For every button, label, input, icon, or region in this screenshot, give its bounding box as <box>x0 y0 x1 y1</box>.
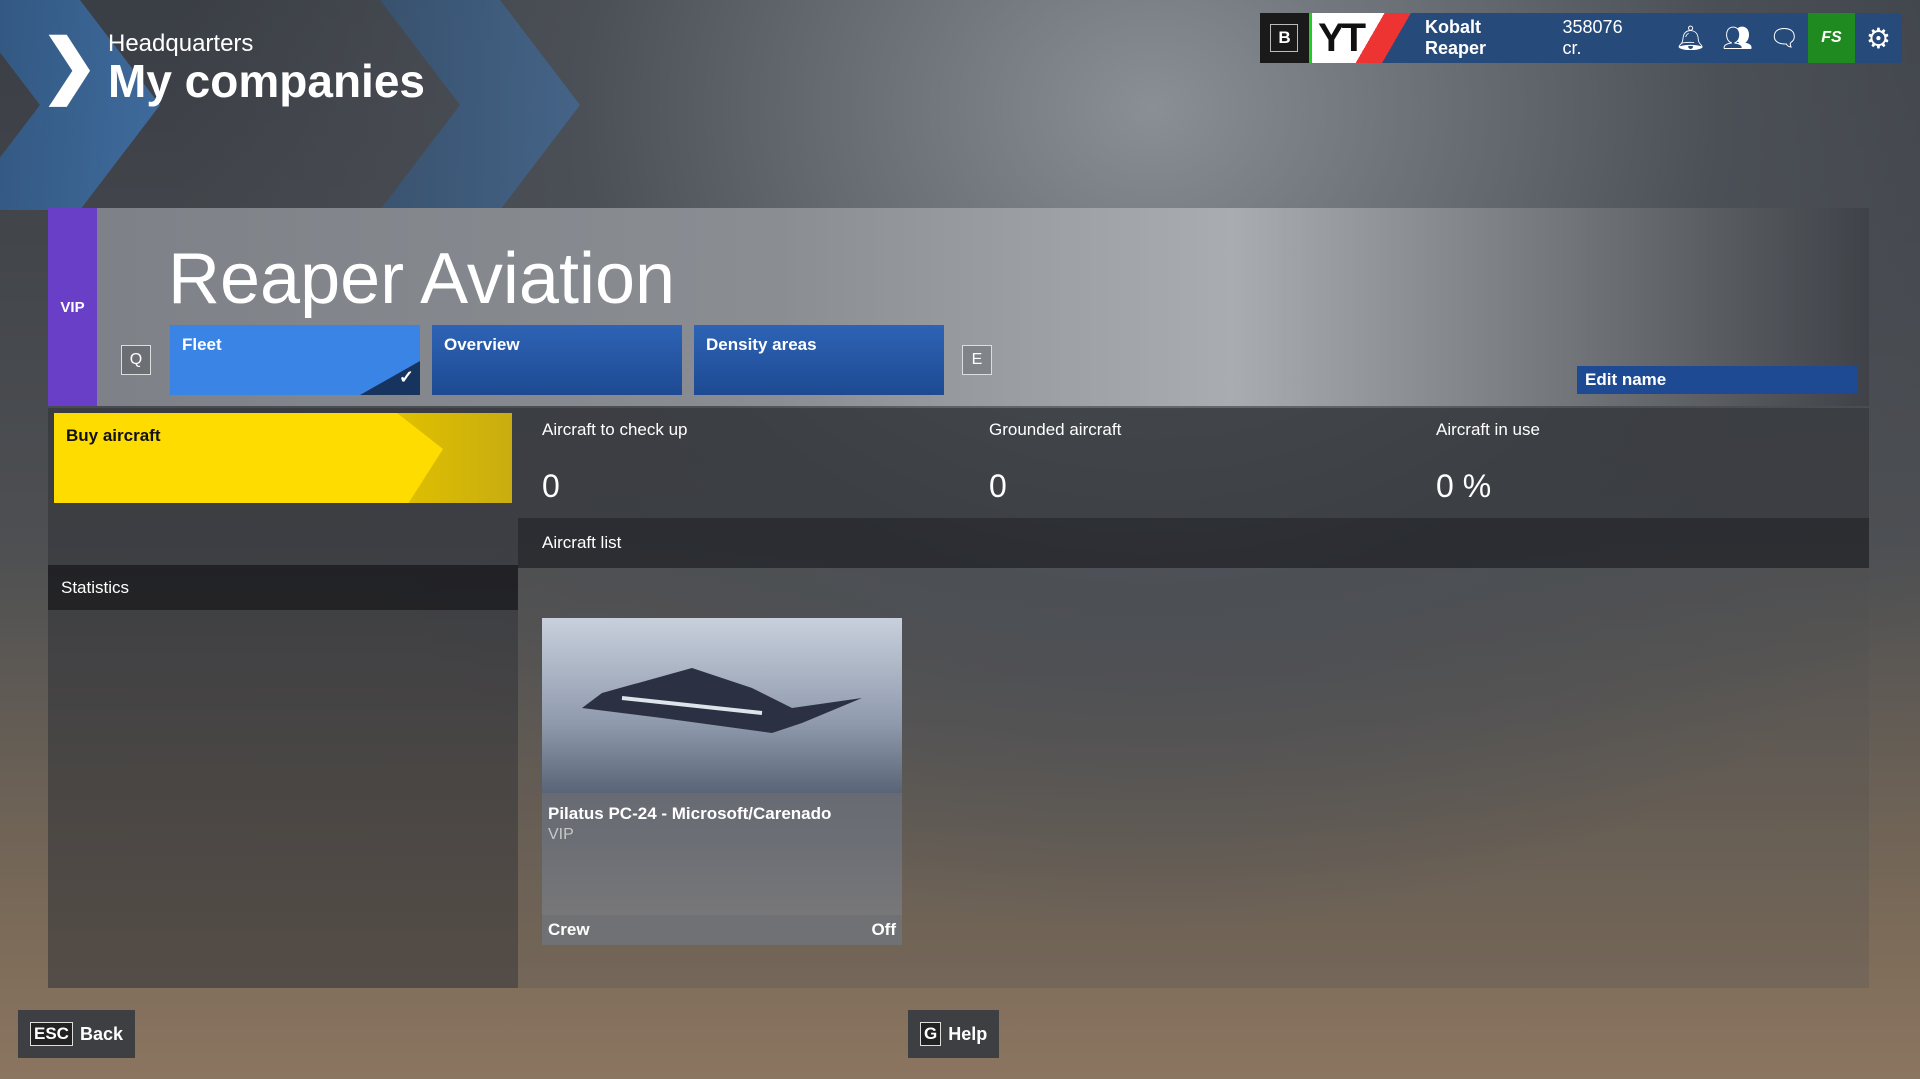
buy-aircraft-button[interactable]: Buy aircraft <box>54 413 512 503</box>
credits: 358076 cr. <box>1562 17 1623 58</box>
vip-badge: VIP <box>48 208 97 406</box>
stats-row: Aircraft to check up 0 Grounded aircraft 0… <box>518 408 1869 518</box>
page-title: My companies <box>108 55 425 107</box>
chevron-right-icon: ❯ <box>40 26 99 104</box>
tab-overview[interactable]: Overview <box>432 325 682 395</box>
check-icon: ✓ <box>360 361 420 395</box>
key-hint: B <box>1260 13 1309 63</box>
back-button[interactable]: ESC Back <box>18 1010 135 1058</box>
next-tab-key[interactable]: E <box>962 345 992 375</box>
airplane-icon <box>397 413 512 503</box>
aircraft-image <box>542 618 902 793</box>
aircraft-card[interactable]: Pilatus PC-24 - Microsoft/Carenado VIP C… <box>542 618 902 945</box>
top-bar: B YT Kobalt Reaper 358076 cr. 🔔︎ 👥︎ 🗨︎ F… <box>1260 13 1902 63</box>
jet-icon <box>582 668 862 733</box>
tab-density-areas[interactable]: Density areas <box>694 325 944 395</box>
aircraft-list-header: Aircraft list <box>518 518 1869 568</box>
aircraft-name: Pilatus PC-24 - Microsoft/Carenado <box>548 804 832 823</box>
aircraft-category: VIP <box>548 826 574 843</box>
crew-row: Crew Off <box>542 915 902 945</box>
bell-icon[interactable]: 🔔︎ <box>1667 13 1714 63</box>
chat-icon[interactable]: 🗨︎ <box>1761 13 1808 63</box>
username[interactable]: Kobalt Reaper <box>1425 17 1545 59</box>
avatar[interactable]: YT <box>1308 13 1415 63</box>
prev-tab-key[interactable]: Q <box>121 345 151 375</box>
tab-fleet[interactable]: Fleet ✓ <box>170 325 420 395</box>
help-button[interactable]: G Help <box>908 1010 1000 1058</box>
marketplace-icon[interactable]: FS <box>1807 13 1855 63</box>
statistics-header: Statistics <box>48 565 518 610</box>
company-name: Reaper Aviation <box>168 239 676 319</box>
friends-icon[interactable]: 👥︎ <box>1714 13 1761 63</box>
gear-icon[interactable]: ⚙ <box>1855 13 1902 63</box>
edit-name-button[interactable]: Edit name <box>1577 366 1857 394</box>
